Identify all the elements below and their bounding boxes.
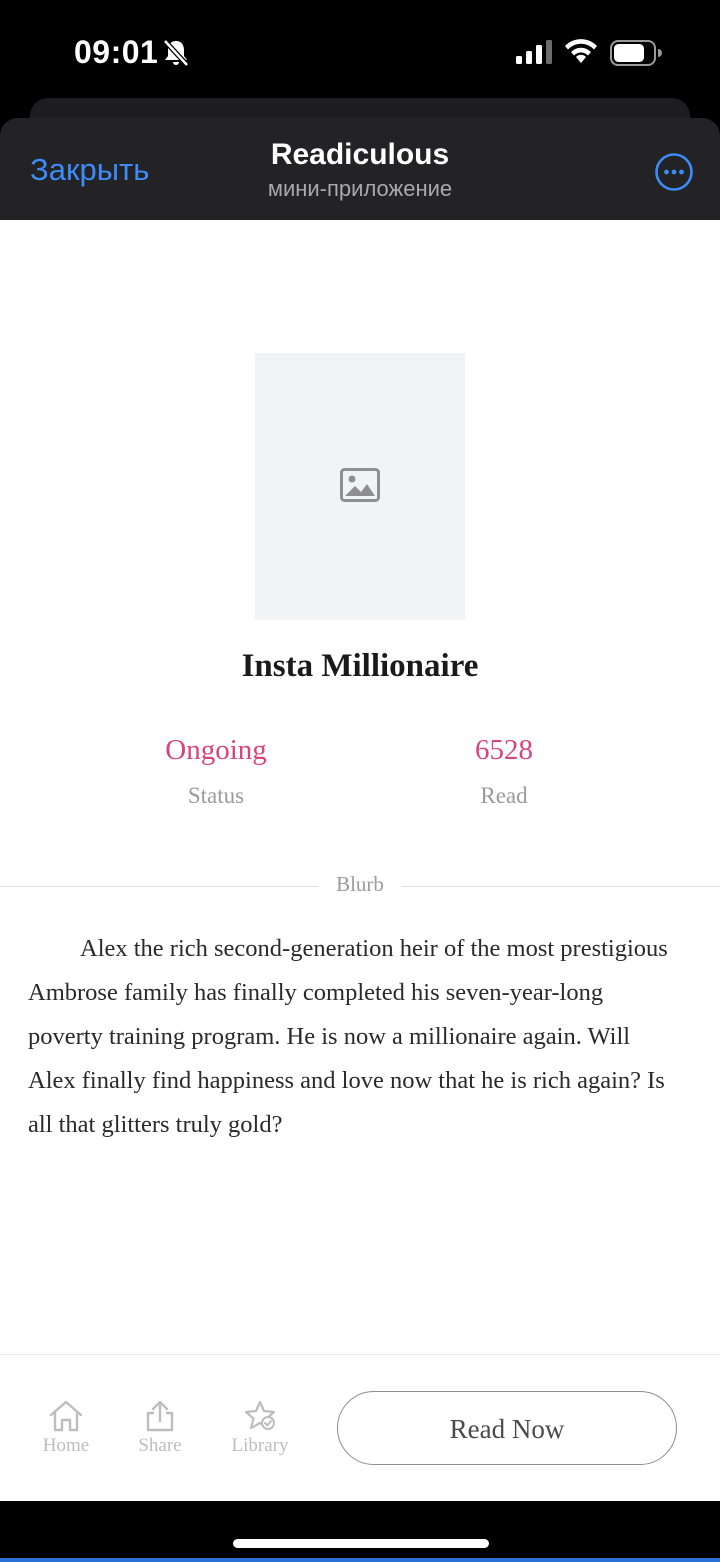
library-star-icon	[220, 1399, 300, 1433]
blurb-text: Alex the rich second-generation heir of …	[28, 935, 668, 1138]
book-detail-content: Insta Millionaire Ongoing Status 6528 Re…	[0, 220, 720, 1501]
nav-library-button[interactable]: Library	[220, 1399, 300, 1457]
book-title: Insta Millionaire	[241, 648, 479, 684]
cellular-signal-icon	[516, 40, 554, 69]
nav-share-button[interactable]: Share	[120, 1399, 200, 1457]
nav-share-label: Share	[138, 1435, 182, 1456]
wifi-icon	[564, 38, 598, 69]
nav-home-button[interactable]: Home	[26, 1399, 106, 1457]
read-now-button[interactable]: Read Now	[337, 1391, 677, 1465]
mini-app-title: Readiculous	[270, 138, 450, 171]
status-label: Status	[187, 783, 245, 808]
image-placeholder-icon	[340, 468, 380, 507]
bottom-action-bar: Home Share Library Read Now	[0, 1354, 720, 1501]
read-count-label: Read	[480, 783, 528, 808]
read-stat: 6528 Read	[404, 734, 604, 809]
home-indicator[interactable]	[233, 1539, 489, 1548]
nav-home-label: Home	[42, 1435, 90, 1456]
bottom-edge-strip	[0, 1558, 720, 1562]
divider-line-left	[0, 886, 318, 887]
status-bar: 09:01	[0, 0, 720, 100]
ellipsis-circle-icon[interactable]	[654, 152, 693, 191]
status-value: Ongoing	[165, 734, 267, 766]
battery-icon	[610, 40, 662, 71]
blurb-divider: Blurb	[0, 870, 720, 900]
divider-line-right	[402, 886, 720, 887]
status-time: 09:01	[74, 34, 159, 70]
mini-app-header: Закрыть Readiculous мини-приложение	[0, 118, 720, 220]
screen: 09:01 Закрыть Readiculous мини-приложени…	[0, 0, 720, 1562]
bell-slash-icon	[162, 38, 190, 73]
status-stat: Ongoing Status	[116, 734, 316, 809]
read-count-value: 6528	[475, 734, 533, 766]
nav-library-label: Library	[231, 1435, 289, 1456]
blurb-heading: Blurb	[336, 872, 384, 896]
home-icon	[26, 1399, 106, 1433]
mini-app-subtitle: мини-приложение	[267, 176, 453, 201]
book-cover	[255, 353, 465, 620]
share-icon	[120, 1399, 200, 1433]
